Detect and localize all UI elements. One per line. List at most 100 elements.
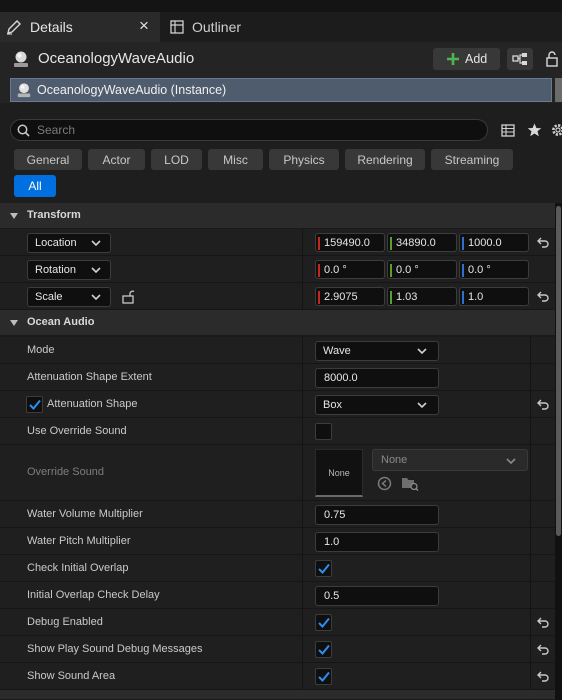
lock-icon[interactable] xyxy=(545,51,559,67)
rotation-z-field[interactable]: 0.0 ° xyxy=(459,260,529,279)
instance-scrollbar[interactable] xyxy=(555,78,562,102)
column-divider xyxy=(530,445,531,500)
water-volume-multiplier-input[interactable]: 0.75 xyxy=(315,505,439,525)
water-volume-multiplier-row: Water Volume Multiplier 0.75 xyxy=(0,501,555,528)
search-filter-area: Search General Actor LOD Misc Physics Re… xyxy=(0,103,562,203)
close-icon[interactable]: × xyxy=(139,16,149,36)
column-divider xyxy=(302,364,303,390)
column-divider xyxy=(302,337,303,363)
tab-outliner[interactable]: Outliner xyxy=(163,12,283,42)
asset-thumbnail[interactable]: None xyxy=(315,449,363,497)
filter-actor[interactable]: Actor xyxy=(88,149,145,170)
transform-section-header[interactable]: Transform xyxy=(0,203,562,229)
show-play-sound-debug-messages-label: Show Play Sound Debug Messages xyxy=(27,643,203,655)
tab-details-label: Details xyxy=(30,19,73,35)
ocean-audio-section-header[interactable]: Ocean Audio xyxy=(0,310,562,336)
details-header: OceanologyWaveAudio Add OceanologyWaveAu… xyxy=(0,42,562,103)
location-y-field[interactable]: 34890.0 xyxy=(387,233,457,252)
scale-row: Scale 2.9075 1.03 1.0 xyxy=(0,283,555,310)
blueprint-button[interactable] xyxy=(507,48,533,70)
scale-dropdown[interactable]: Scale xyxy=(27,287,111,307)
location-z-field[interactable]: 1000.0 xyxy=(459,233,529,252)
column-divider xyxy=(530,501,531,527)
location-x-field[interactable]: 159490.0 xyxy=(315,233,385,252)
actor-icon xyxy=(14,51,28,67)
show-sound-area-checkbox[interactable] xyxy=(315,668,332,685)
scale-z-field[interactable]: 1.0 xyxy=(459,287,529,306)
override-sound-picker[interactable]: None xyxy=(372,449,528,471)
rotation-dropdown[interactable]: Rotation xyxy=(27,260,111,280)
top-strip xyxy=(0,0,562,12)
actor-instance-icon xyxy=(17,83,31,98)
column-divider xyxy=(302,636,303,662)
column-divider xyxy=(302,256,303,282)
filter-lod[interactable]: LOD xyxy=(151,149,202,170)
reset-arrow-icon[interactable] xyxy=(537,617,549,628)
location-dropdown[interactable]: Location xyxy=(27,233,111,253)
reset-arrow-icon[interactable] xyxy=(537,671,549,682)
water-pitch-multiplier-row: Water Pitch Multiplier 1.0 xyxy=(0,528,555,555)
ocean-audio-title: Ocean Audio xyxy=(27,316,95,328)
scale-y-value: 1.03 xyxy=(396,291,418,303)
initial-overlap-check-delay-row: Initial Overlap Check Delay 0.5 xyxy=(0,582,555,609)
filter-general[interactable]: General xyxy=(14,149,82,170)
attenuation-shape-checkbox[interactable] xyxy=(26,396,43,413)
table-view-icon[interactable] xyxy=(501,124,515,137)
actor-name: OceanologyWaveAudio xyxy=(38,50,195,67)
reset-arrow-icon[interactable] xyxy=(537,237,549,248)
scrollbar-thumb[interactable] xyxy=(556,206,561,536)
scale-y-field[interactable]: 1.03 xyxy=(387,287,457,306)
reset-arrow-icon[interactable] xyxy=(537,644,549,655)
filter-physics[interactable]: Physics xyxy=(269,149,339,170)
attenuation-shape-value: Box xyxy=(323,399,342,411)
initial-overlap-check-delay-label: Initial Overlap Check Delay xyxy=(27,589,160,601)
location-label: Location xyxy=(35,237,77,249)
next-section-header[interactable] xyxy=(0,690,562,700)
attenuation-shape-extent-input[interactable]: 8000.0 xyxy=(315,368,439,388)
reset-arrow-icon[interactable] xyxy=(537,291,549,302)
reset-arrow-icon[interactable] xyxy=(537,399,549,410)
debug-enabled-label: Debug Enabled xyxy=(27,616,103,628)
use-selected-icon[interactable] xyxy=(377,476,392,491)
chevron-down-icon xyxy=(417,348,427,355)
tab-details[interactable]: Details × xyxy=(0,12,160,42)
gear-icon[interactable] xyxy=(551,123,562,137)
mode-dropdown[interactable]: Wave xyxy=(315,341,439,361)
rotation-y-field[interactable]: 0.0 ° xyxy=(387,260,457,279)
check-initial-overlap-label: Check Initial Overlap xyxy=(27,562,129,574)
attenuation-shape-dropdown[interactable]: Box xyxy=(315,395,439,415)
debug-enabled-checkbox[interactable] xyxy=(315,614,332,631)
check-initial-overlap-row: Check Initial Overlap xyxy=(0,555,555,582)
add-button[interactable]: Add xyxy=(433,48,500,70)
filter-all[interactable]: All xyxy=(14,175,56,197)
show-play-sound-debug-messages-checkbox[interactable] xyxy=(315,641,332,658)
column-divider xyxy=(302,229,303,255)
location-z-value: 1000.0 xyxy=(468,237,502,249)
instance-row[interactable]: OceanologyWaveAudio (Instance) xyxy=(10,78,552,102)
checkmark-icon xyxy=(318,644,330,655)
initial-overlap-check-delay-input[interactable]: 0.5 xyxy=(315,586,439,606)
filter-rendering[interactable]: Rendering xyxy=(345,149,425,170)
column-divider xyxy=(530,528,531,554)
location-row: Location 159490.0 34890.0 1000.0 xyxy=(0,229,555,256)
water-pitch-multiplier-input[interactable]: 1.0 xyxy=(315,532,439,552)
browse-folder-icon[interactable] xyxy=(401,476,419,491)
chevron-down-icon xyxy=(91,294,101,301)
use-override-sound-label: Use Override Sound xyxy=(27,425,127,437)
rotation-label: Rotation xyxy=(35,264,76,276)
column-divider xyxy=(302,501,303,527)
column-divider xyxy=(530,364,531,390)
unlock-icon[interactable] xyxy=(121,289,135,304)
check-initial-overlap-checkbox[interactable] xyxy=(315,560,332,577)
filter-misc[interactable]: Misc xyxy=(208,149,263,170)
search-placeholder: Search xyxy=(37,123,76,137)
thumbnail-label: None xyxy=(328,468,350,478)
filter-streaming[interactable]: Streaming xyxy=(431,149,513,170)
search-input[interactable]: Search xyxy=(10,119,488,141)
add-label: Add xyxy=(465,52,488,66)
scale-x-field[interactable]: 2.9075 xyxy=(315,287,385,306)
star-icon[interactable] xyxy=(527,123,542,137)
use-override-sound-checkbox[interactable] xyxy=(315,423,332,440)
rotation-x-field[interactable]: 0.0 ° xyxy=(315,260,385,279)
show-play-sound-debug-messages-row: Show Play Sound Debug Messages xyxy=(0,636,555,663)
